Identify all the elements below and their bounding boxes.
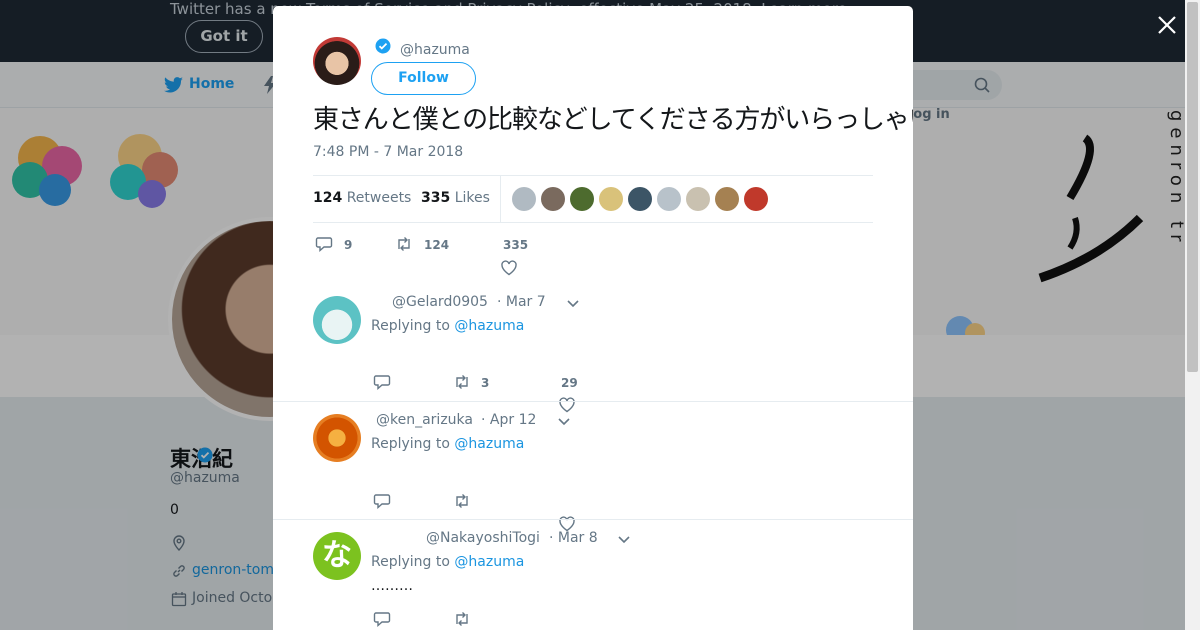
reply-tweet[interactable]: @ken_arizuka · Apr 12 Replying to @hazum… [273,401,913,532]
reply-date[interactable]: · Mar 8 [549,530,598,546]
replying-to-link[interactable]: @hazuma [454,436,524,452]
replying-to-prefix: Replying to [371,318,450,334]
tweet-permalink-modal: @hazuma Follow 東さんと僕との比較などしてくださる方がいらっしゃい… [273,6,913,630]
liker-avatar[interactable] [628,187,652,211]
replying-to-prefix: Replying to [371,554,450,570]
tweet-author-avatar[interactable] [313,37,361,85]
tweet-author-handle[interactable]: @hazuma [400,42,470,58]
liker-avatar[interactable] [512,187,536,211]
stats-divider [500,176,501,222]
liker-avatar[interactable] [657,187,681,211]
reply-author-avatar[interactable] [313,296,361,344]
reply-tweet[interactable]: な @NakayoshiTogi · Mar 8 Replying to @ha… [273,519,913,630]
page-scrollbar-thumb[interactable] [1187,2,1198,372]
chevron-down-icon[interactable] [558,418,570,426]
retweet-icon[interactable] [395,235,413,253]
reply-like-count: 29 [561,376,578,390]
replying-to-link[interactable]: @hazuma [454,554,524,570]
reply-icon[interactable] [373,373,391,391]
reply-author-avatar[interactable] [313,414,361,462]
liker-avatar[interactable] [541,187,565,211]
likes-stat[interactable]: 335 Likes [421,190,490,206]
like-count: 335 [503,238,529,252]
replying-to-link[interactable]: @hazuma [454,318,524,334]
liker-avatar[interactable] [686,187,710,211]
verified-badge-icon [375,38,391,54]
reply-icon[interactable] [373,492,391,510]
reply-count: 9 [344,238,353,252]
tweet-timestamp[interactable]: 7:48 PM - 7 Mar 2018 [313,144,463,160]
heart-icon[interactable] [500,259,518,277]
likes-count: 335 [421,190,451,206]
reply-text: ……… [371,578,413,594]
liker-avatar[interactable] [570,187,594,211]
reply-date[interactable]: · Mar 7 [497,294,546,310]
liker-avatar[interactable] [599,187,623,211]
reply-icon[interactable] [373,610,391,628]
follow-button[interactable]: Follow [371,62,476,95]
tweet-text: 東さんと僕との比較などしてくださる方がいらっしゃいますが、違うと思うんですよね。 [313,105,913,135]
reply-author-avatar[interactable]: な [313,532,361,580]
chevron-down-icon[interactable] [618,536,630,544]
retweets-count: 124 [313,190,343,206]
reply-author-handle[interactable]: @NakayoshiTogi [426,530,540,546]
replying-to-line: Replying to @hazuma [371,318,524,334]
reply-tweet[interactable]: @Gelard0905 · Mar 7 Replying to @hazuma … [273,283,913,413]
retweet-count: 124 [424,238,450,252]
reply-retweet-count: 3 [481,376,490,390]
liker-avatar[interactable] [744,187,768,211]
liker-avatar[interactable] [715,187,739,211]
tweet-stats-bar: 124 Retweets 335 Likes [313,175,873,223]
retweet-icon[interactable] [453,610,471,628]
reply-author-handle[interactable]: @ken_arizuka [376,412,473,428]
retweets-label: Retweets [346,190,412,206]
reply-author-handle[interactable]: @Gelard0905 [392,294,488,310]
replying-to-line: Replying to @hazuma [371,554,524,570]
retweet-icon[interactable] [453,373,471,391]
reply-icon[interactable] [315,235,333,253]
likes-label: Likes [454,190,490,206]
replying-to-prefix: Replying to [371,436,450,452]
chevron-down-icon[interactable] [567,300,579,308]
reply-date[interactable]: · Apr 12 [481,412,536,428]
retweet-icon[interactable] [453,492,471,510]
retweets-stat[interactable]: 124 Retweets [313,190,411,206]
replying-to-line: Replying to @hazuma [371,436,524,452]
close-icon[interactable] [1156,14,1178,36]
